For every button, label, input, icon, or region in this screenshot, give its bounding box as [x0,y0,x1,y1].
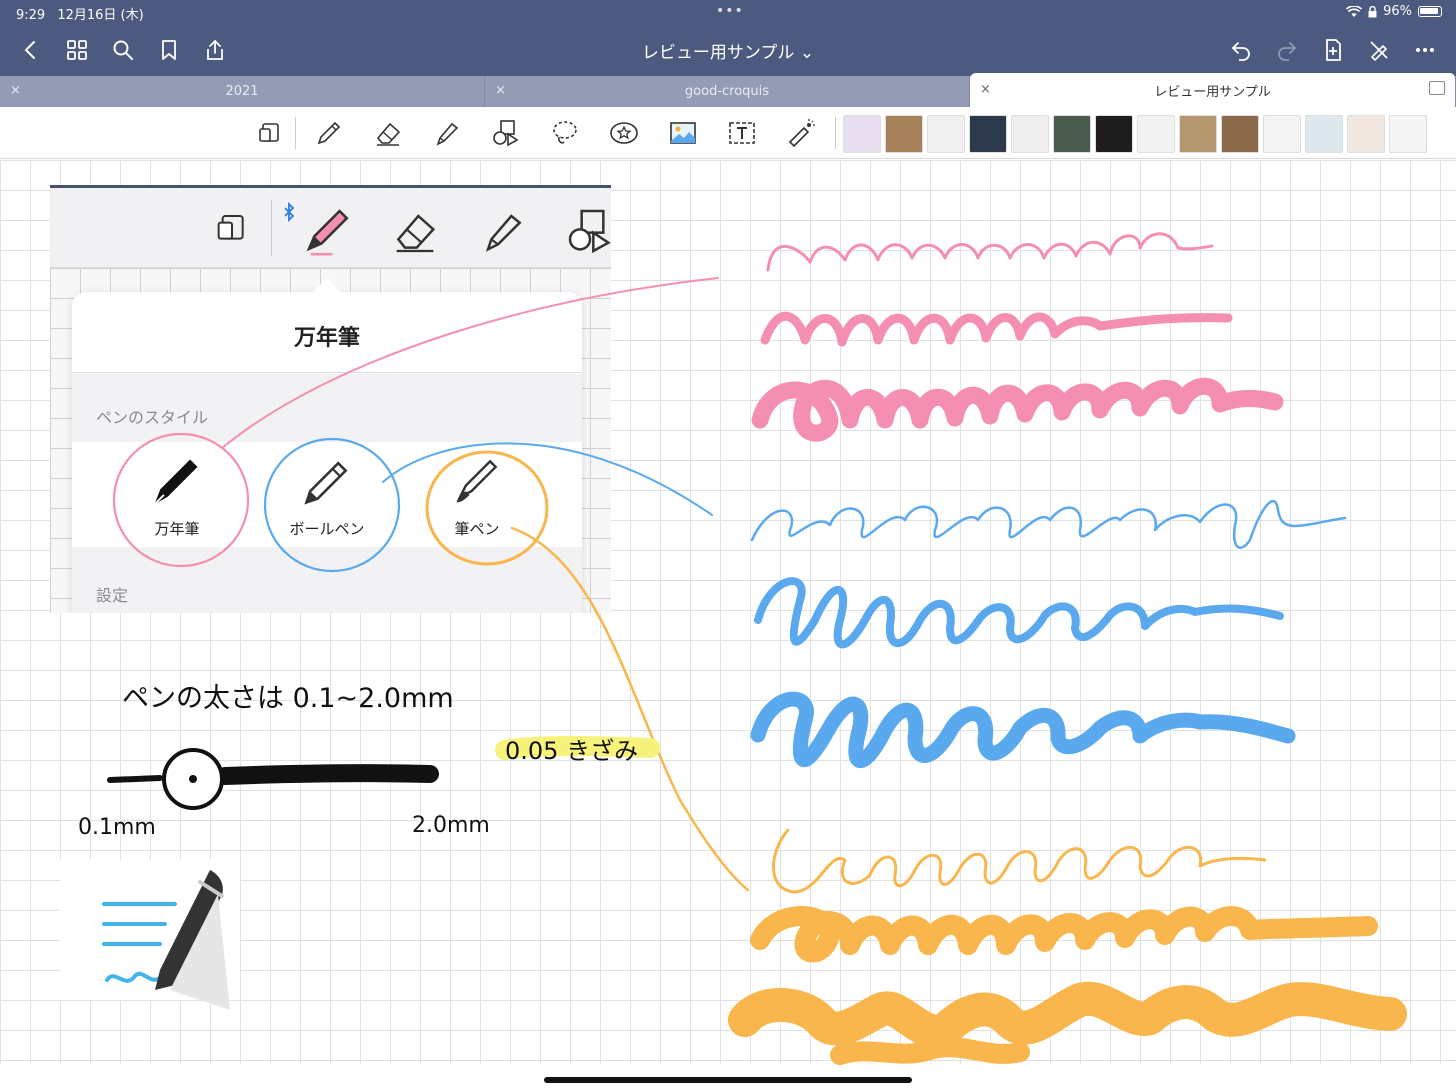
status-right: 96% [1346,4,1442,19]
lock-icon [1368,5,1377,17]
pen-option-label: 万年筆 [154,520,200,538]
page-thumbnail[interactable] [1347,115,1385,153]
page-thumbnail[interactable] [969,115,1007,153]
shapes-tool[interactable] [491,118,521,148]
read-mode-icon [217,215,244,240]
fountain-pen-icon [306,209,349,256]
redo-icon [1278,42,1297,61]
pencil-off-icon [1370,41,1388,62]
page-thumbnail[interactable] [1263,115,1301,153]
page-thumbnails [843,115,1427,153]
section-settings: 設定 [96,586,129,605]
tab-label: good-croquis [684,84,770,99]
redo-button[interactable] [1264,34,1310,66]
note-step: 0.05 きざみ [505,737,639,765]
status-time: 9:29 [16,8,46,23]
page-thumbnail[interactable] [885,115,923,153]
shapes-icon [568,209,611,254]
page-thumbnail[interactable] [1011,115,1049,153]
image-tool[interactable] [668,118,698,148]
page-thumbnail[interactable] [1179,115,1217,153]
laser-pointer-icon [788,119,815,148]
pen-option-ballpoint[interactable]: ボールペン [272,452,382,539]
battery-percent: 96% [1383,4,1412,19]
tab-good-croquis[interactable]: × good-croquis [485,76,970,107]
tab-close-icon[interactable]: × [980,82,991,97]
pen-tool[interactable] [314,118,344,148]
pen-mode-toggle[interactable] [1356,34,1402,66]
section-pen-style: ペンのスタイル [96,408,209,427]
tool-bar [0,107,1456,159]
sticker-tool[interactable] [609,118,639,148]
fountain-pen-icon [153,459,198,505]
note-max: 2.0mm [412,813,490,838]
multitask-dots[interactable]: ••• [716,3,744,19]
text-tool[interactable] [727,118,757,148]
embedded-screenshot: 万年筆 ペンのスタイル 万年筆 ボールペン 筆ペン 設定 [50,185,611,613]
popover-title: 万年筆 [293,326,360,351]
battery-icon [1418,6,1442,17]
brush-pen-icon [456,459,498,503]
home-indicator[interactable] [544,1077,912,1083]
tab-close-icon[interactable]: × [495,83,506,98]
eraser-tool[interactable] [373,118,403,148]
tab-2021[interactable]: × 2021 [0,76,485,107]
wifi-icon [1346,5,1363,17]
read-mode-tool[interactable] [255,118,285,148]
status-bar: 9:29 12月16日 (木) [16,4,152,23]
pen-icon [317,121,341,145]
screenshot-toolbar [50,188,611,268]
sidebar-toggle-icon[interactable] [1429,81,1445,95]
ballpoint-pen-icon [304,461,348,505]
highlighter-icon [485,214,522,252]
note-min: 0.1mm [78,815,156,840]
page-thumbnail[interactable] [1221,115,1259,153]
page-thumbnail[interactable] [843,115,881,153]
tab-label: 2021 [225,84,259,99]
read-mode-icon [259,123,279,142]
more-button[interactable] [1402,34,1448,66]
eraser-icon [376,122,401,146]
ellipsis-icon [1416,48,1434,52]
note-thickness: ペンの太さは 0.1~2.0mm [122,683,454,714]
sticker-icon [610,122,638,144]
tab-bar: × 2021 × good-croquis × レビュー用サンプル [0,73,1456,107]
tab-review-sample[interactable]: × レビュー用サンプル [970,73,1456,107]
pen-option-label: 筆ペン [454,520,500,538]
page-thumbnail[interactable] [1389,115,1427,153]
page-thumbnail[interactable] [927,115,965,153]
status-date: 12月16日 (木) [57,8,144,23]
page-thumbnail[interactable] [1053,115,1091,153]
undo-icon [1231,42,1250,61]
eraser-icon [396,214,436,253]
tab-close-icon[interactable]: × [10,83,21,98]
shapes-icon [493,120,519,147]
page-thumbnail[interactable] [1305,115,1343,153]
undo-button[interactable] [1218,34,1264,66]
lasso-tool[interactable] [550,118,580,148]
page-thumbnail[interactable] [1137,115,1175,153]
add-page-button[interactable] [1310,34,1356,66]
add-page-icon [1326,39,1341,61]
image-icon [670,122,696,144]
highlighter-icon [436,122,459,146]
laser-pointer-tool[interactable] [786,118,816,148]
pen-option-brush[interactable]: 筆ペン [422,452,532,539]
bluetooth-icon [284,202,295,222]
pen-style-popover: 万年筆 ペンのスタイル 万年筆 ボールペン 筆ペン 設定 [72,292,582,613]
top-bar: 9:29 12月16日 (木) ••• 96% レビュー用サンプル ⌄ [0,0,1456,76]
pen-option-label: ボールペン [289,520,365,538]
lasso-icon [553,121,577,144]
highlighter-tool[interactable] [432,118,462,148]
page-thumbnail[interactable] [1095,115,1133,153]
tab-label: レビュー用サンプル [1154,84,1271,100]
pen-option-fountain[interactable]: 万年筆 [122,452,232,539]
text-icon [729,122,755,144]
